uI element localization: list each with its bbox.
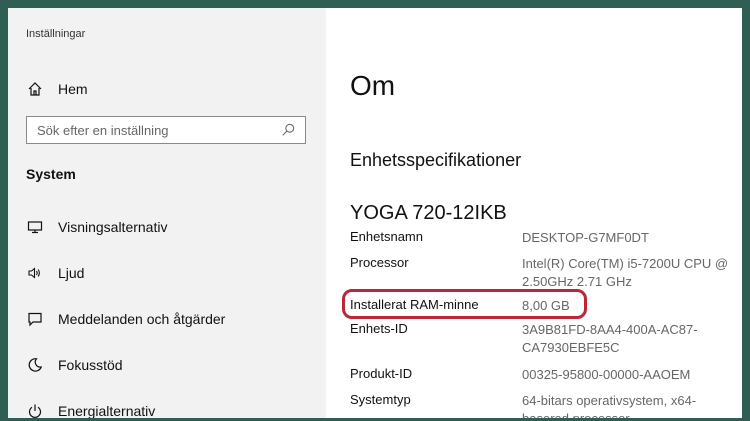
nav-home-label: Hem [58,81,88,97]
monitor-icon [26,218,44,236]
speaker-icon [26,264,44,282]
nav-home[interactable]: Hem [26,80,88,98]
settings-window: Inställningar Hem System Visningsalterna… [8,8,742,418]
power-icon [26,402,44,418]
spec-label: Processor [350,255,409,270]
page-title: Om [350,70,396,101]
sidebar-item-power[interactable]: Energialternativ [26,388,225,418]
main-content: Om Enhetsspecifikationer YOGA 720-12IKB … [342,8,742,418]
spec-label: Systemtyp [350,392,411,407]
spec-value: Intel(R) Core(TM) i5-7200U CPU @ 2.50GHz… [522,256,729,289]
spec-value: DESKTOP-G7MF0DT [522,230,649,245]
spec-label: Enhetsnamn [350,229,423,244]
sidebar-item-label: Visningsalternativ [58,219,168,235]
section-title: Enhetsspecifikationer [350,150,522,170]
device-name: YOGA 720-12IKB [350,202,507,224]
sidebar-item-label: Fokusstöd [58,357,123,373]
notification-icon [26,310,44,328]
sidebar-item-label: Meddelanden och åtgärder [58,311,226,327]
app-title: Inställningar [26,28,86,40]
spec-value: 00325-95800-00000-AAOEM [522,367,691,382]
search-input[interactable] [27,121,279,139]
search-box[interactable] [26,116,306,144]
spec-label: Produkt-ID [350,366,413,381]
sidebar-item-display[interactable]: Visningsalternativ [26,204,225,250]
nav-list: Visningsalternativ Ljud Meddelanden och … [26,204,225,418]
spec-value: 8,00 GB [522,298,570,313]
sidebar: Inställningar Hem System Visningsalterna… [8,8,326,418]
home-icon [26,80,44,98]
search-icon [282,123,295,136]
sidebar-item-focus[interactable]: Fokusstöd [26,342,225,388]
moon-icon [26,356,44,374]
sidebar-item-label: Ljud [58,265,85,281]
spec-label: Installerat RAM-minne [350,297,479,312]
spec-label: Enhets-ID [350,321,408,336]
sidebar-item-sound[interactable]: Ljud [26,250,225,296]
spec-value: 3A9B81FD-8AA4-400A-AC87-CA7930EBFE5C [522,322,698,355]
sidebar-item-notifications[interactable]: Meddelanden och åtgärder [26,296,225,342]
sidebar-item-label: Energialternativ [58,403,156,418]
section-label: System [26,166,76,182]
spec-value: 64-bitars operativsystem, x64-baserad pr… [522,393,697,418]
